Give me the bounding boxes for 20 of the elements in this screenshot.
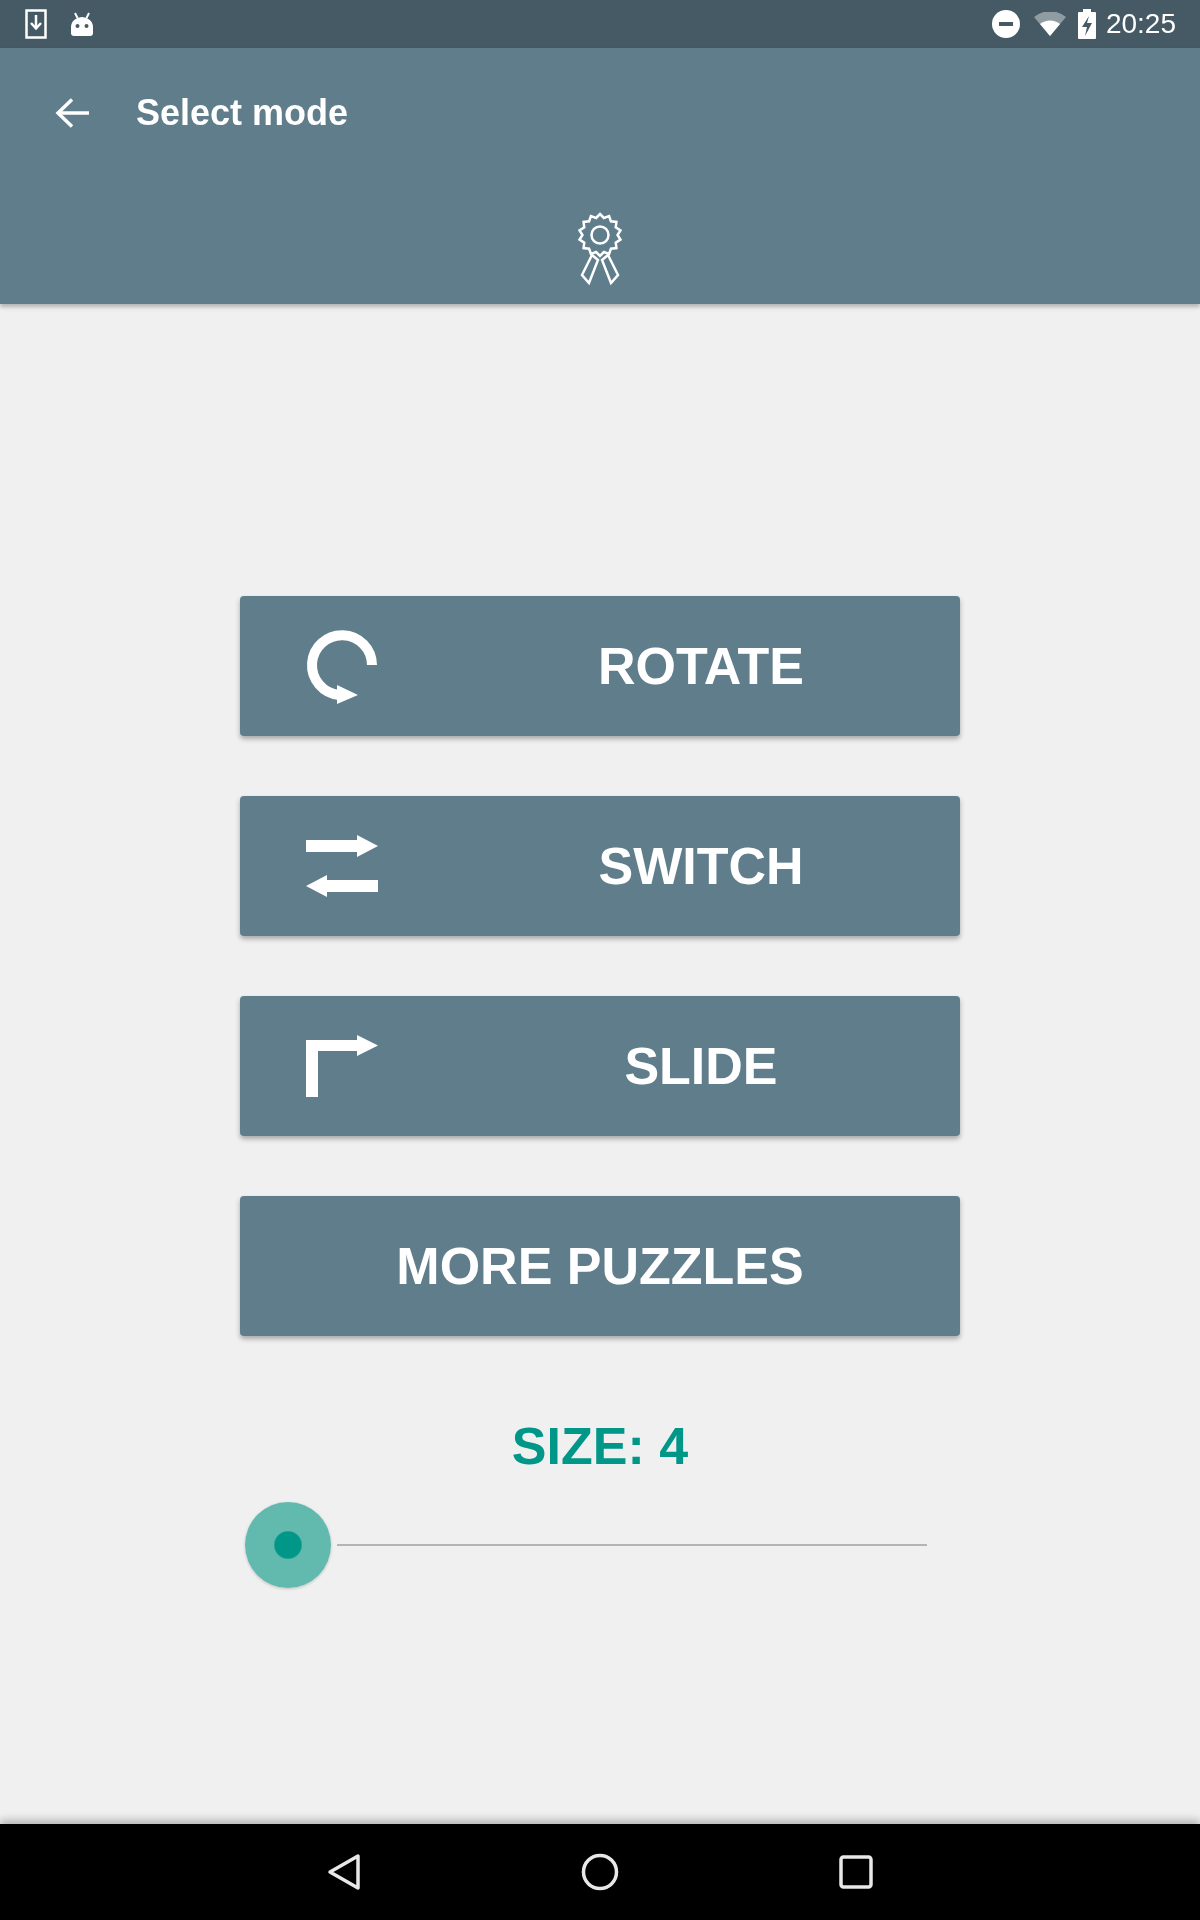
wifi-icon: [1033, 12, 1066, 36]
award-ribbon-icon[interactable]: [576, 211, 624, 285]
android-icon: [69, 12, 95, 36]
mode-button[interactable]: MORE PUZZLES: [240, 1196, 960, 1336]
back-triangle-icon: [327, 1853, 361, 1891]
mode-button[interactable]: ROTATE: [240, 596, 960, 736]
size-slider-track[interactable]: [245, 1502, 927, 1588]
do-not-disturb-icon: [991, 10, 1020, 38]
rotate-arrow-icon: [306, 628, 378, 704]
battery-charging-icon: [1077, 9, 1096, 39]
mode-button[interactable]: SLIDE: [240, 996, 960, 1136]
download-notification-icon: [25, 9, 47, 39]
mode-button[interactable]: SWITCH: [240, 796, 960, 936]
corner-arrow-icon: [306, 1035, 378, 1097]
swap-arrows-icon: [306, 835, 378, 897]
size-label: SIZE: 4: [511, 1420, 689, 1472]
toolbar-title: Select mode: [136, 95, 349, 131]
home-circle-icon: [581, 1853, 619, 1891]
status-time: 20:25: [1105, 10, 1176, 38]
recents-square-icon: [839, 1855, 873, 1889]
